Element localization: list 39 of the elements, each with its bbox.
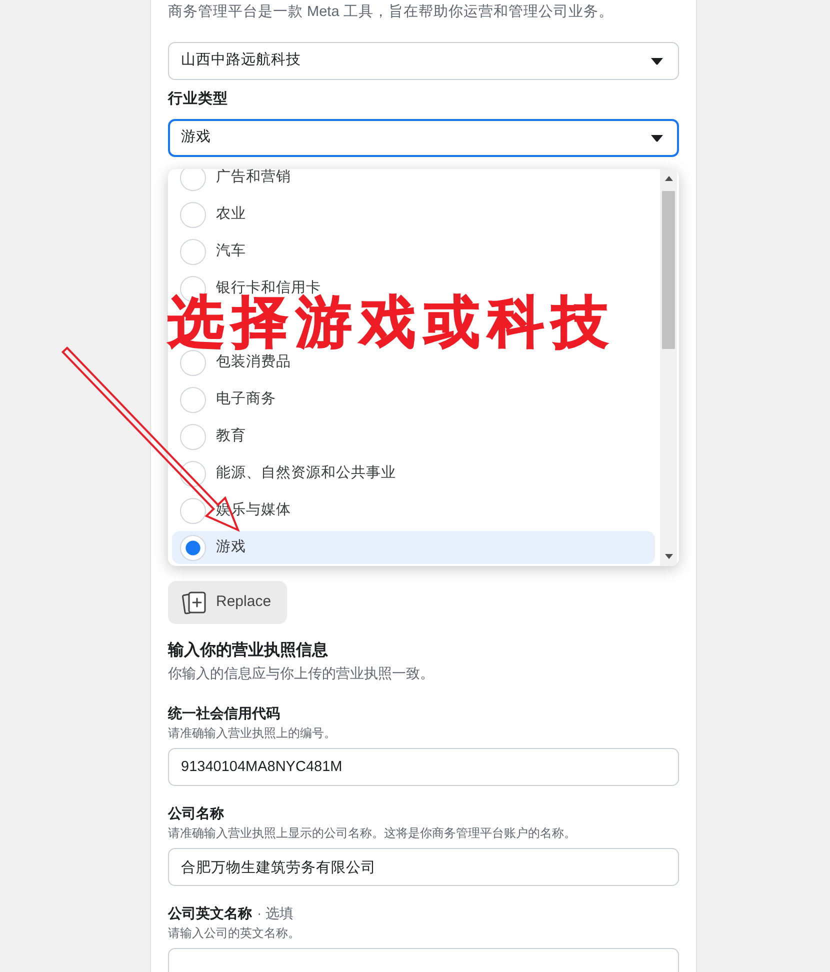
field-label: 公司名称 [168,804,224,823]
scrollbar-track[interactable] [660,169,677,566]
field-hint: 请输入公司的英文名称。 [168,925,301,941]
optional-note: · 选填 [257,904,294,923]
field-label: 行业类型 [168,90,228,108]
replace-button[interactable]: Replace [168,581,288,624]
text-input[interactable]: 合肥万物生建筑劳务有限公司 [168,848,679,886]
field-label: 公司英文名称 [168,904,252,923]
radio-icon[interactable] [180,386,206,412]
radio-icon[interactable] [180,534,206,560]
radio-icon[interactable] [180,202,206,228]
business-select[interactable]: 山西中路远航科技 [168,42,679,80]
text-input[interactable]: 91340104MA8NYC481M [168,748,679,786]
scrollbar-thumb[interactable] [662,191,675,349]
scroll-up-icon[interactable] [664,176,672,181]
field-label: 统一社会信用代码 [168,704,280,723]
option-item[interactable]: 游戏 [172,531,655,564]
option-item[interactable]: 广告和营销 [172,169,655,194]
radio-icon[interactable] [180,498,206,524]
field-hint: 请准确输入营业执照上显示的公司名称。这将是你商务管理平台账户的名称。 [168,825,577,841]
radio-icon[interactable] [180,169,206,190]
option-item[interactable]: 电子商务 [172,383,655,416]
caret-icon [651,134,663,142]
industry-select[interactable]: 游戏 [168,119,679,157]
intro-text: 商务管理平台是一款 Meta 工具，旨在帮助你运营和管理公司业务。 [168,2,614,22]
caret-icon [651,58,663,64]
radio-icon[interactable] [180,350,206,376]
option-item[interactable]: 汽车 [172,235,655,268]
option-item[interactable]: 农业 [172,198,655,231]
section-title: 输入你的营业执照信息 [168,640,329,661]
radio-icon[interactable] [180,238,206,264]
field-hint: 请准确输入营业执照上的编号。 [168,725,337,741]
scroll-down-icon[interactable] [664,554,672,559]
section-subtitle: 你输入的信息应与你上传的营业执照一致。 [168,664,435,683]
annotation-text: 选择游戏或科技 [168,295,616,349]
option-item[interactable]: 教育 [172,420,655,453]
cards-plus-icon [181,590,207,616]
radio-icon[interactable] [180,424,206,450]
option-item[interactable]: 能源、自然资源和公共事业 [172,457,655,490]
